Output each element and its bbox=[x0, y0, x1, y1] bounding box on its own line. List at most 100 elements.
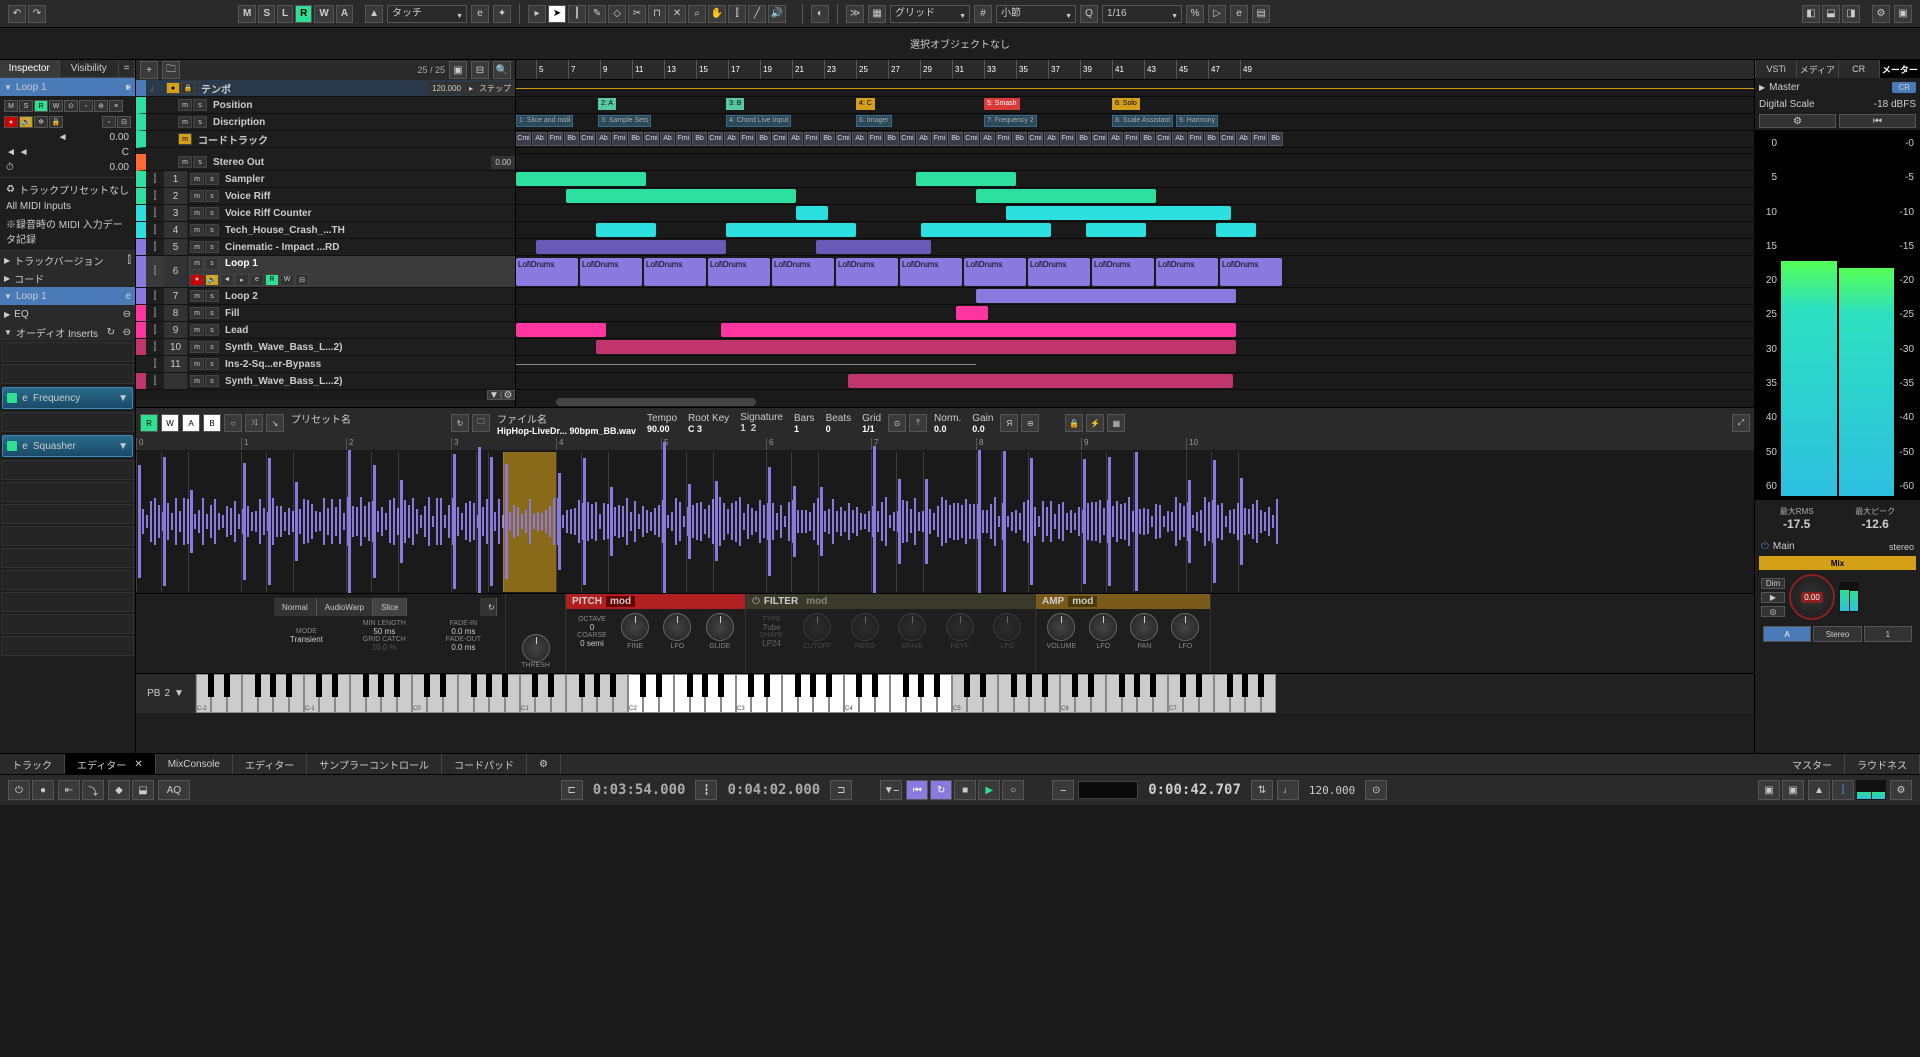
fine-knob[interactable] bbox=[621, 613, 649, 641]
thresh-knob[interactable] bbox=[522, 634, 550, 662]
folder-icon[interactable]: 🗀 bbox=[472, 414, 490, 432]
transport-power-icon[interactable]: ⏻ bbox=[8, 780, 30, 800]
lfo-knob[interactable] bbox=[663, 613, 691, 641]
search-icon[interactable]: 🔍 bbox=[493, 61, 511, 79]
track-row[interactable]: ⫿9msLead bbox=[136, 322, 515, 339]
redo-button[interactable]: ↷ bbox=[28, 5, 46, 23]
locator-left-icon[interactable]: ⊏ bbox=[561, 780, 583, 800]
pan-knob[interactable] bbox=[1130, 613, 1158, 641]
insp-lane-button[interactable]: ≡ bbox=[109, 100, 123, 112]
sample-bars[interactable]: 1 bbox=[794, 424, 815, 434]
crossfade-icon[interactable]: ✦ bbox=[493, 5, 511, 23]
insert-empty-4[interactable] bbox=[1, 460, 134, 480]
output-stereo-button[interactable]: Stereo bbox=[1813, 626, 1861, 642]
arrange-view[interactable]: 5791113151719212325272931333537394143454… bbox=[516, 60, 1754, 407]
tab-editor[interactable]: エディター✕ bbox=[65, 754, 156, 774]
editor-write-button[interactable]: W bbox=[161, 414, 179, 432]
tempo-icon[interactable]: ♩ bbox=[1277, 780, 1299, 800]
waveform-display[interactable]: 012345678910 bbox=[136, 438, 1754, 593]
track-row[interactable]: ⫿11msIns-2-Sq...er-Bypass bbox=[136, 356, 515, 373]
timeline-ruler[interactable]: 5791113151719212325272931333537394143454… bbox=[516, 60, 1754, 80]
tab-master[interactable]: マスター bbox=[1780, 754, 1845, 774]
tempo-ramp-icon[interactable]: ▸ bbox=[465, 82, 475, 95]
insp-read-button[interactable]: R bbox=[34, 100, 48, 112]
gear-icon[interactable]: ⚙ bbox=[501, 390, 515, 400]
track-preset[interactable]: トラックプリセットなし bbox=[19, 182, 129, 197]
click-active-icon[interactable]: ⫿ bbox=[1832, 780, 1854, 800]
marker-mute-button[interactable]: m bbox=[178, 116, 192, 128]
sample-grid[interactable]: 1/1 bbox=[862, 424, 881, 434]
window-icon[interactable]: ▣ bbox=[1894, 5, 1912, 23]
tool-zoom-icon[interactable]: ⌕ bbox=[688, 5, 706, 23]
recmode2-icon[interactable]: ⬓ bbox=[132, 780, 154, 800]
marker-solo-button[interactable]: s bbox=[193, 99, 207, 111]
zone-right-icon[interactable]: ◨ bbox=[1842, 5, 1860, 23]
master-level-knob[interactable]: 0.00 bbox=[1789, 574, 1835, 620]
settings-icon[interactable]: ⚙ bbox=[1872, 5, 1890, 23]
tab-normal[interactable]: Normal bbox=[274, 598, 317, 616]
locator-left-time[interactable]: 0:03:54.000 bbox=[587, 782, 692, 798]
tool-arrow-combine-icon[interactable]: ▸ bbox=[528, 5, 546, 23]
insert-empty-9[interactable] bbox=[1, 570, 134, 590]
preset-reload-icon[interactable]: ↻ bbox=[451, 414, 469, 432]
insp-solo-button[interactable]: S bbox=[19, 100, 33, 112]
quantize-icon[interactable]: Q bbox=[1080, 5, 1098, 23]
tab-visibility[interactable]: Visibility bbox=[60, 60, 120, 77]
insert-empty-10[interactable] bbox=[1, 592, 134, 612]
inserts-header[interactable]: ▼オーディオ Inserts↻⊖ bbox=[0, 323, 135, 341]
track-row[interactable]: ⫿5msCinematic - Impact ...RD bbox=[136, 239, 515, 256]
tempo-value[interactable]: 120.000 bbox=[428, 82, 465, 95]
tab-sampler-control[interactable]: サンプラーコントロール bbox=[307, 754, 442, 774]
tool-line-icon[interactable]: ╱ bbox=[748, 5, 766, 23]
tempo-active-button[interactable]: ● bbox=[166, 82, 180, 94]
tab-inspector[interactable]: Inspector bbox=[0, 60, 60, 77]
tool-scissor-icon[interactable]: ✂ bbox=[628, 5, 646, 23]
chord-header[interactable]: ▶コード bbox=[0, 269, 135, 287]
locator-right-icon[interactable]: ⊐ bbox=[830, 780, 852, 800]
tab-gear-icon[interactable]: ⚙ bbox=[527, 754, 561, 774]
grid-type-select[interactable]: 小節 bbox=[996, 5, 1076, 23]
punch-mode-icon[interactable]: ⤵ bbox=[82, 780, 104, 800]
upload-icon[interactable]: ⤒ bbox=[909, 414, 927, 432]
reset-icon[interactable]: ↻ bbox=[480, 598, 497, 616]
track-row[interactable]: ⫿2msVoice Riff bbox=[136, 188, 515, 205]
tab-mixconsole[interactable]: MixConsole bbox=[156, 754, 233, 774]
reverse-icon[interactable]: Я bbox=[1000, 414, 1018, 432]
editor-circle-icon[interactable]: ○ bbox=[224, 414, 242, 432]
marker-solo-button[interactable]: s bbox=[193, 116, 207, 128]
inspector-pan[interactable]: C bbox=[122, 147, 129, 158]
tool-erase-icon[interactable]: ◇ bbox=[608, 5, 626, 23]
lock-sample-icon[interactable]: 🔒 bbox=[1065, 414, 1083, 432]
track-row[interactable]: ⫿4msTech_House_Crash_...TH bbox=[136, 222, 515, 239]
lock-icon[interactable]: ⊙ bbox=[888, 414, 906, 432]
insp-mute-button[interactable]: M bbox=[4, 100, 18, 112]
power-icon[interactable]: ⏻ bbox=[1761, 541, 1769, 552]
track-row[interactable]: ⫿8msFill bbox=[136, 305, 515, 322]
touch-mode-select[interactable]: タッチ bbox=[387, 5, 467, 23]
q-edit-icon[interactable]: e bbox=[1230, 5, 1248, 23]
output-1-button[interactable]: 1 bbox=[1864, 626, 1912, 642]
editor-a-button[interactable]: A bbox=[182, 414, 200, 432]
preset-refresh-icon[interactable]: ♻ bbox=[6, 184, 15, 195]
grid-icon[interactable]: ▦ bbox=[868, 5, 886, 23]
write-automation-button[interactable]: W bbox=[314, 5, 333, 23]
panel-icon[interactable]: ▤ bbox=[1252, 5, 1270, 23]
insert-empty-3[interactable] bbox=[1, 412, 134, 432]
automation-add-icon[interactable]: ▼ bbox=[487, 390, 501, 400]
editor-read-button[interactable]: R bbox=[140, 414, 158, 432]
inspector-delay[interactable]: 0.00 bbox=[110, 162, 129, 173]
output-a-button[interactable]: A bbox=[1763, 626, 1811, 642]
primary-time[interactable]: 0:00:42.707 bbox=[1142, 782, 1247, 798]
tap-tempo-icon[interactable]: ⊙ bbox=[1365, 780, 1387, 800]
midi-icon[interactable]: ▦ bbox=[1107, 414, 1125, 432]
time-format-icon[interactable]: ⎯ bbox=[1052, 780, 1074, 800]
mute-all-button[interactable]: M bbox=[238, 5, 256, 23]
glide-knob[interactable] bbox=[706, 613, 734, 641]
mono-icon[interactable]: ⊖ bbox=[1021, 414, 1039, 432]
insert-empty-12[interactable] bbox=[1, 636, 134, 656]
tool-timewarp-icon[interactable]: ⫿ bbox=[728, 5, 746, 23]
sample-tempo[interactable]: 90.00 bbox=[647, 424, 677, 434]
close-icon[interactable]: ✕ bbox=[134, 759, 142, 770]
editor-shuffle-icon[interactable]: ⤨ bbox=[245, 414, 263, 432]
play-button[interactable]: ▶ bbox=[978, 780, 1000, 800]
